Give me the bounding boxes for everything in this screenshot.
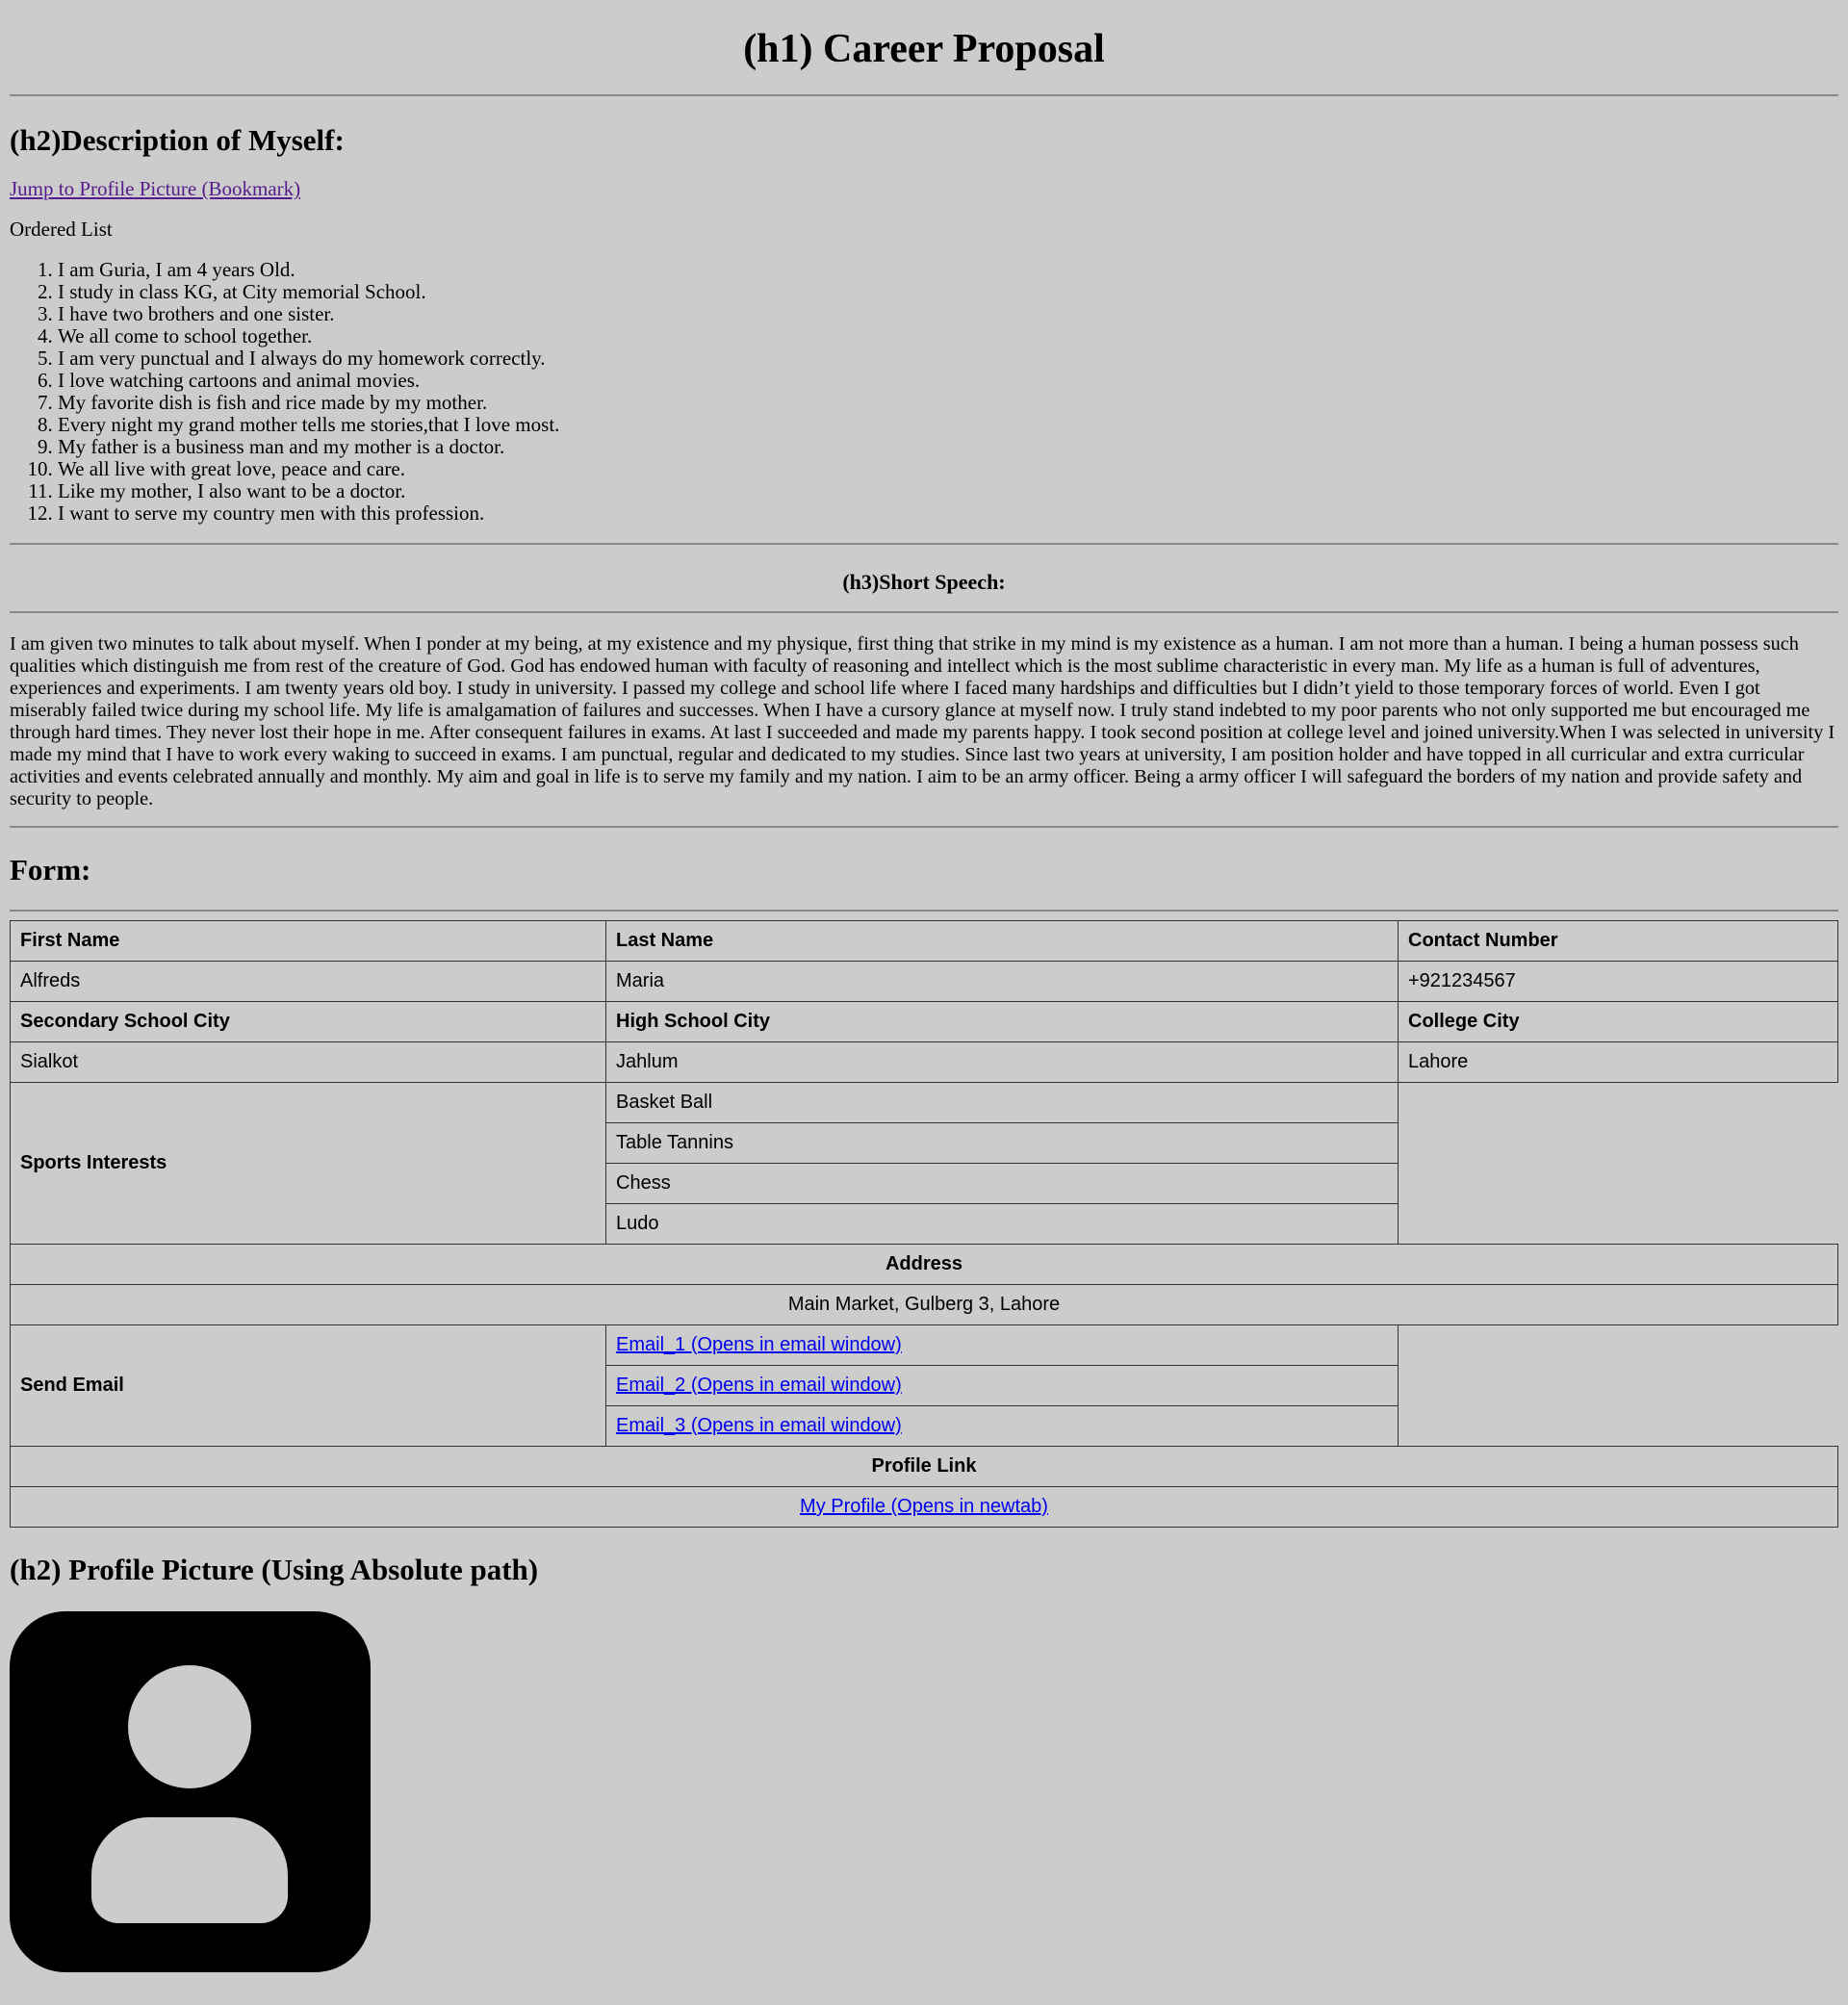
list-item: I am very punctual and I always do my ho… xyxy=(58,347,1838,370)
last-name-cell: Maria xyxy=(605,961,1399,1002)
divider xyxy=(10,826,1838,828)
table-row: First Name Last Name Contact Number xyxy=(10,920,1838,962)
list-item: We all come to school together. xyxy=(58,325,1838,347)
college-city-cell: Lahore xyxy=(1398,1041,1838,1083)
email-link-1[interactable]: Email_1 (Opens in email window) xyxy=(616,1334,902,1355)
list-item: I have two brothers and one sister. xyxy=(58,303,1838,325)
secondary-city-cell: Sialkot xyxy=(10,1041,606,1083)
page: (h1) Career Proposal (h2)Description of … xyxy=(0,0,1848,1972)
secondary-city-header: Secondary School City xyxy=(10,1001,606,1042)
contact-cell: +921234567 xyxy=(1398,961,1838,1002)
profile-link-header: Profile Link xyxy=(10,1446,1838,1487)
list-item: Every night my grand mother tells me sto… xyxy=(58,414,1838,436)
table-row: Sialkot Jahlum Lahore xyxy=(10,1041,1838,1083)
list-item: I love watching cartoons and animal movi… xyxy=(58,370,1838,392)
speech-text: I am given two minutes to talk about mys… xyxy=(10,633,1835,810)
table-row: Main Market, Gulberg 3, Lahore xyxy=(10,1284,1838,1325)
list-item: My father is a business man and my mothe… xyxy=(58,436,1838,458)
college-city-header: College City xyxy=(1398,1001,1838,1042)
table-row: Alfreds Maria +921234567 xyxy=(10,961,1838,1002)
form-heading: Form: xyxy=(10,853,91,887)
email-cell: Email_2 (Opens in email window) xyxy=(605,1365,1399,1406)
address-cell: Main Market, Gulberg 3, Lahore xyxy=(10,1284,1838,1325)
contact-header: Contact Number xyxy=(1398,920,1838,962)
high-city-cell: Jahlum xyxy=(605,1041,1399,1083)
divider xyxy=(10,543,1838,545)
sport-cell: Table Tannins xyxy=(605,1122,1399,1164)
email-cell: Email_1 (Opens in email window) xyxy=(605,1324,1399,1366)
email-cell: Email_3 (Opens in email window) xyxy=(605,1405,1399,1447)
sport-cell: Ludo xyxy=(605,1203,1399,1245)
profile-link[interactable]: My Profile (Opens in newtab) xyxy=(800,1496,1048,1517)
list-item: Like my mother, I also want to be a doct… xyxy=(58,480,1838,502)
list-item: I am Guria, I am 4 years Old. xyxy=(58,259,1838,281)
description-list: I am Guria, I am 4 years Old. I study in… xyxy=(10,259,1838,525)
table-row: Address xyxy=(10,1244,1838,1285)
list-item: We all live with great love, peace and c… xyxy=(58,458,1838,480)
avatar-body xyxy=(91,1817,288,1923)
address-header: Address xyxy=(10,1244,1838,1285)
table-row: Secondary School City High School City C… xyxy=(10,1001,1838,1042)
list-item: My favorite dish is fish and rice made b… xyxy=(58,392,1838,414)
avatar-head xyxy=(128,1665,251,1788)
empty-cell xyxy=(1398,1082,1838,1245)
profile-link-cell: My Profile (Opens in newtab) xyxy=(10,1486,1838,1528)
bookmark-container: Jump to Profile Picture (Bookmark) xyxy=(10,176,1838,201)
first-name-cell: Alfreds xyxy=(10,961,606,1002)
divider xyxy=(10,910,1838,912)
last-name-header: Last Name xyxy=(605,920,1399,962)
sports-header: Sports Interests xyxy=(10,1082,606,1245)
table-row: Sports Interests Basket Ball xyxy=(10,1082,1838,1245)
sport-cell: Chess xyxy=(605,1163,1399,1204)
send-email-header: Send Email xyxy=(10,1324,606,1447)
divider xyxy=(10,94,1838,96)
profile-picture-heading: (h2) Profile Picture (Using Absolute pat… xyxy=(10,1553,539,1586)
page-title: (h1) Career Proposal xyxy=(743,27,1105,71)
sport-cell: Basket Ball xyxy=(605,1082,1399,1123)
user-avatar-icon xyxy=(10,1611,371,1972)
list-item: I want to serve my country men with this… xyxy=(58,502,1838,525)
bookmark-link[interactable]: Jump to Profile Picture (Bookmark) xyxy=(10,177,300,200)
ordered-list-title: Ordered List xyxy=(10,218,113,241)
first-name-header: First Name xyxy=(10,920,606,962)
empty-cell xyxy=(1398,1324,1838,1447)
table-row: Send Email Email_1 (Opens in email windo… xyxy=(10,1324,1838,1447)
description-heading: (h2)Description of Myself: xyxy=(10,123,345,157)
email-link-3[interactable]: Email_3 (Opens in email window) xyxy=(616,1415,902,1436)
list-item: I study in class KG, at City memorial Sc… xyxy=(58,281,1838,303)
speech-heading: (h3)Short Speech: xyxy=(842,570,1006,594)
email-link-2[interactable]: Email_2 (Opens in email window) xyxy=(616,1375,902,1396)
divider xyxy=(10,611,1838,613)
table-row: My Profile (Opens in newtab) xyxy=(10,1486,1838,1528)
table-row: Profile Link xyxy=(10,1446,1838,1487)
form-table: First Name Last Name Contact Number Alfr… xyxy=(10,920,1838,1528)
high-city-header: High School City xyxy=(605,1001,1399,1042)
